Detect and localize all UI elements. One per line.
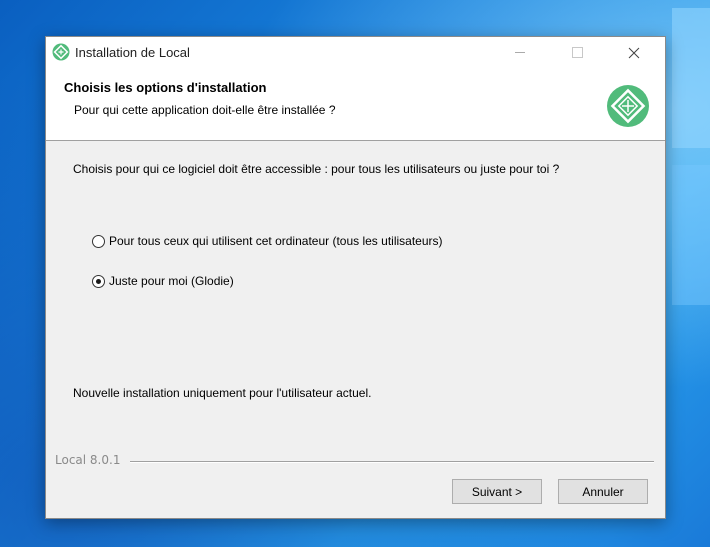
radio-label: Pour tous ceux qui utilisent cet ordinat…: [109, 234, 443, 248]
install-note: Nouvelle installation uniquement pour l'…: [73, 386, 372, 400]
title-bar[interactable]: Installation de Local: [46, 37, 665, 68]
desktop-window-logo-pane: [672, 165, 710, 305]
version-label: Local 8.0.1: [55, 453, 121, 467]
radio-button[interactable]: [92, 234, 105, 248]
installer-window: Installation de Local Choisis les option…: [45, 36, 666, 519]
local-app-icon: [52, 43, 70, 61]
maximize-button[interactable]: [554, 37, 600, 68]
cancel-button[interactable]: Annuler: [558, 479, 648, 504]
desktop-window-logo-pane: [672, 8, 710, 148]
minimize-icon: [515, 52, 525, 53]
next-button[interactable]: Suivant >: [452, 479, 542, 504]
intro-text: Choisis pour qui ce logiciel doit être a…: [73, 162, 560, 176]
page-subtitle: Pour qui cette application doit-elle êtr…: [74, 103, 336, 117]
radio-all-users[interactable]: Pour tous ceux qui utilisent cet ordinat…: [92, 234, 443, 248]
window-title: Installation de Local: [75, 45, 190, 60]
minimize-button[interactable]: [497, 37, 543, 68]
page-title: Choisis les options d'installation: [64, 80, 267, 95]
wizard-header: Choisis les options d'installation Pour …: [46, 68, 665, 141]
radio-just-me[interactable]: Juste pour moi (Glodie): [92, 274, 234, 288]
radio-button-checked[interactable]: [92, 274, 105, 288]
footer-divider: [130, 461, 654, 463]
local-logo-icon: [607, 85, 649, 127]
close-button[interactable]: [611, 37, 657, 68]
radio-label: Juste pour moi (Glodie): [109, 274, 234, 288]
close-icon: [628, 47, 640, 58]
maximize-icon: [571, 47, 583, 58]
